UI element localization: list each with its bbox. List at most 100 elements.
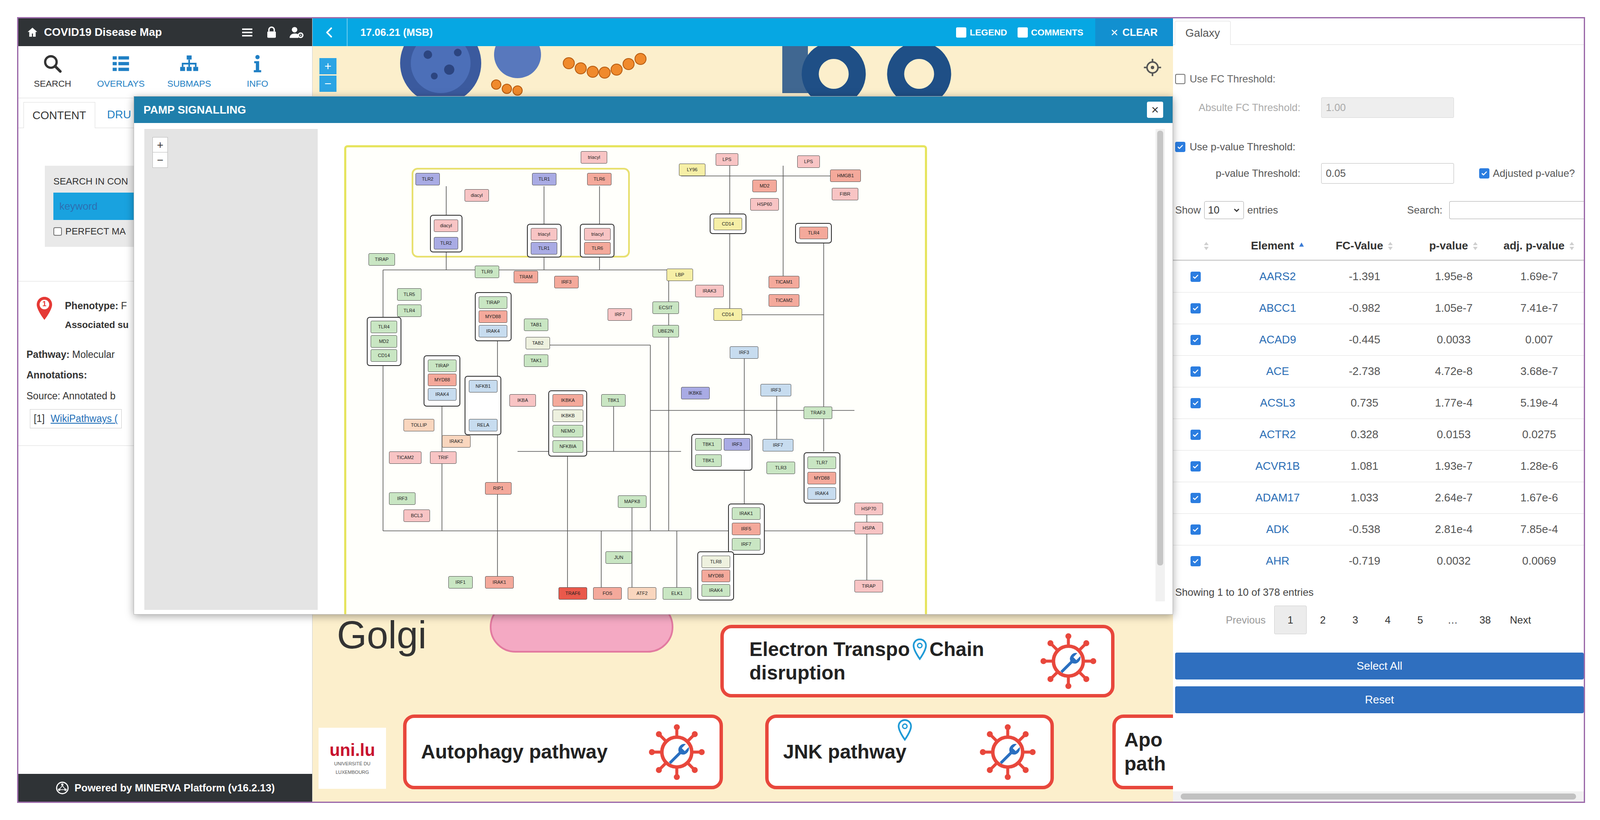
- table-row[interactable]: ACVR1B1.0811.93e-71.28e-6: [1172, 450, 1584, 482]
- diagram-node[interactable]: MD2: [752, 179, 777, 193]
- result-marker[interactable]: 1: [36, 296, 53, 320]
- diagram-node[interactable]: IRAK4: [478, 324, 508, 338]
- table-search-input[interactable]: [1449, 201, 1584, 220]
- element-link[interactable]: ACTR2: [1259, 426, 1296, 443]
- diagram-node[interactable]: ELK1: [662, 587, 692, 600]
- page-length-select[interactable]: 10: [1204, 201, 1244, 220]
- reference-link[interactable]: WikiPathways (: [50, 411, 118, 427]
- column-header[interactable]: [1172, 231, 1240, 260]
- diagram-node[interactable]: TICAM2: [389, 451, 422, 464]
- sort-ascending-icon[interactable]: [1298, 241, 1305, 251]
- page-button[interactable]: 3: [1339, 605, 1372, 635]
- legend-checkbox[interactable]: [956, 27, 967, 38]
- dialog-close-button[interactable]: ×: [1146, 101, 1164, 118]
- diagram-node[interactable]: TOLLIP: [403, 418, 435, 432]
- fc-threshold-checkbox[interactable]: [1175, 73, 1186, 85]
- column-header[interactable]: p-value: [1412, 231, 1495, 260]
- zoom-out-button[interactable]: −: [319, 75, 337, 92]
- diagram-node[interactable]: HSPA: [854, 521, 884, 535]
- diagram-node[interactable]: LPS: [715, 153, 739, 166]
- panel-tab[interactable]: Galaxy: [1174, 20, 1231, 45]
- diagram-node[interactable]: JUN: [605, 551, 632, 564]
- nav-tab[interactable]: INFO: [223, 46, 292, 98]
- diagram-node[interactable]: TLR9: [474, 265, 500, 278]
- table-row[interactable]: ACTR20.3280.01530.0275: [1172, 418, 1584, 451]
- sort-icon[interactable]: [1472, 241, 1479, 251]
- pathway-card[interactable]: JNK pathway: [765, 714, 1054, 790]
- adjusted-p-value-checkbox[interactable]: [1479, 168, 1490, 179]
- dialog-scrollbar[interactable]: [1155, 128, 1165, 602]
- diagram-node[interactable]: TLR2: [433, 236, 459, 250]
- pathway-card[interactable]: Electron TranspoChaindisruption: [720, 624, 1115, 698]
- diagram-node[interactable]: ECSIT: [652, 301, 679, 314]
- diagram-node[interactable]: TLR3: [766, 461, 796, 474]
- table-row[interactable]: ACE-2.7384.72e-83.68e-7: [1172, 355, 1584, 387]
- row-checkbox[interactable]: [1190, 429, 1201, 440]
- diagram-node[interactable]: TLR4: [799, 226, 828, 240]
- diagram-node[interactable]: CD14: [713, 217, 743, 231]
- diagram-node[interactable]: NFKBIA: [552, 440, 584, 453]
- diagram-node[interactable]: IRAK4: [807, 487, 837, 500]
- clear-button[interactable]: ×CLEAR: [1095, 18, 1173, 47]
- diagram-node[interactable]: TLR6: [587, 172, 612, 186]
- content-tab[interactable]: DRU: [95, 101, 136, 128]
- element-link[interactable]: ACVR1B: [1255, 457, 1300, 475]
- diagram-node[interactable]: IKBA: [509, 394, 536, 407]
- diagram-node[interactable]: TAB2: [525, 336, 550, 350]
- diagram-node[interactable]: TLR6: [584, 242, 611, 255]
- diagram-node[interactable]: TIRAP: [368, 253, 395, 266]
- diagram-node[interactable]: IRF3: [729, 346, 759, 359]
- column-header[interactable]: Element: [1239, 231, 1317, 260]
- diagram-node[interactable]: CD14: [370, 349, 398, 362]
- diagram-node[interactable]: TIRAP: [427, 359, 457, 372]
- content-tab[interactable]: CONTENT: [23, 102, 96, 129]
- diagram-node[interactable]: IRF1: [448, 576, 473, 589]
- diagram-node[interactable]: triacyl: [584, 228, 611, 241]
- diagram-node[interactable]: TIRAP: [854, 579, 884, 593]
- diagram-node[interactable]: TIRAP: [478, 296, 508, 309]
- element-link[interactable]: ACAD9: [1259, 331, 1297, 349]
- p-value-threshold-input[interactable]: [1321, 163, 1454, 184]
- diagram-node[interactable]: IRAK3: [695, 284, 724, 298]
- column-header[interactable]: FC-Value: [1316, 231, 1413, 260]
- action-button[interactable]: Reset: [1175, 686, 1584, 714]
- page-button[interactable]: 4: [1371, 605, 1405, 635]
- diagram-node[interactable]: diacyl: [464, 189, 489, 202]
- diagram-node[interactable]: IRF7: [731, 538, 761, 551]
- diagram-node[interactable]: TBK1: [695, 454, 722, 467]
- row-checkbox[interactable]: [1190, 461, 1201, 472]
- element-link[interactable]: ACE: [1266, 362, 1289, 380]
- diagram-node[interactable]: TICAM1: [768, 275, 800, 289]
- diagram-node[interactable]: TBK1: [695, 438, 722, 451]
- diagram-node[interactable]: IKBKB: [552, 409, 584, 422]
- diagram-node[interactable]: IKBKA: [552, 394, 584, 407]
- diagram-node[interactable]: TLR7: [807, 456, 837, 469]
- page-button[interactable]: …: [1436, 605, 1469, 635]
- page-button[interactable]: 38: [1468, 605, 1502, 635]
- user-settings-icon[interactable]: [289, 25, 305, 40]
- element-link[interactable]: ABCC1: [1259, 299, 1297, 317]
- row-checkbox[interactable]: [1190, 366, 1201, 377]
- page-button[interactable]: 1: [1274, 605, 1307, 635]
- pathway-card[interactable]: Apopath: [1112, 714, 1173, 790]
- diagram-node[interactable]: triacyl: [530, 228, 558, 241]
- map-pin-icon[interactable]: [911, 637, 928, 661]
- diagram-node[interactable]: TLR4: [370, 320, 398, 334]
- diagram-node[interactable]: TLR2: [415, 172, 440, 186]
- diagram-node[interactable]: IRF7: [607, 308, 632, 321]
- element-link[interactable]: AHR: [1266, 552, 1290, 570]
- table-row[interactable]: ACSL30.7351.77e-45.19e-4: [1172, 386, 1584, 419]
- diagram-node[interactable]: IRAK2: [441, 435, 471, 448]
- diagram-node[interactable]: IRF3: [389, 492, 416, 505]
- row-checkbox[interactable]: [1190, 334, 1201, 346]
- diagram-node[interactable]: FIBR: [831, 187, 859, 201]
- diagram-node[interactable]: IRAK4: [701, 584, 731, 597]
- row-checkbox[interactable]: [1190, 524, 1201, 535]
- row-checkbox[interactable]: [1190, 555, 1201, 567]
- diagram-node[interactable]: HMGB1: [830, 169, 861, 182]
- diagram-node[interactable]: RELA: [468, 418, 498, 432]
- legend-toggle[interactable]: LEGEND: [956, 25, 1008, 40]
- table-row[interactable]: AHR-0.7190.00320.0069: [1172, 544, 1584, 577]
- diagram-node[interactable]: TICAM2: [768, 294, 800, 307]
- table-row[interactable]: ACAD9-0.4450.00330.007: [1172, 323, 1584, 356]
